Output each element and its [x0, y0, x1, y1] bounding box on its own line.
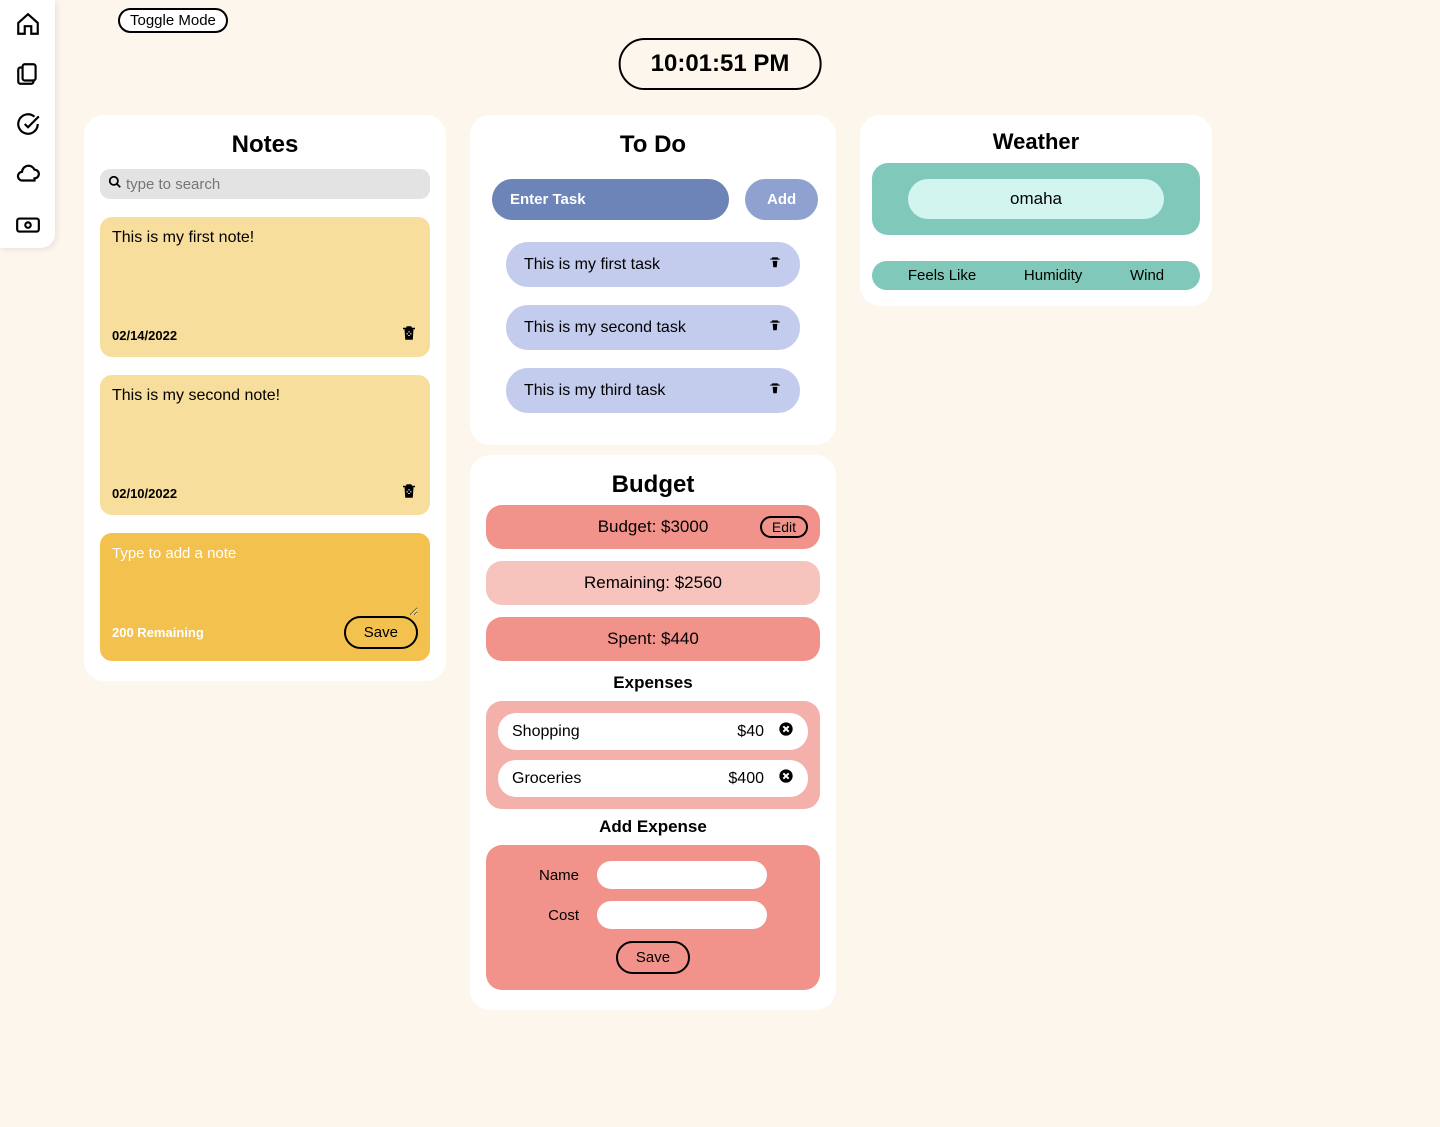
trash-icon[interactable]	[768, 317, 782, 338]
weather-card: Weather Feels Like Humidity Wind	[860, 115, 1212, 306]
todo-title: To Do	[486, 131, 820, 159]
expenses-title: Expenses	[486, 673, 820, 693]
toggle-mode-button[interactable]: Toggle Mode	[118, 8, 228, 33]
note-text: This is my second note!	[112, 387, 418, 482]
delete-icon[interactable]	[778, 721, 794, 742]
home-icon[interactable]	[14, 10, 42, 38]
budget-total-row: Budget: $3000 Edit	[486, 505, 820, 549]
save-note-button[interactable]: Save	[344, 616, 418, 649]
expense-amount: $400	[728, 770, 764, 788]
trash-icon[interactable]	[400, 324, 418, 347]
save-expense-button[interactable]: Save	[616, 941, 690, 974]
todo-input[interactable]	[492, 179, 729, 220]
sidebar	[0, 0, 55, 248]
budget-title: Budget	[486, 471, 820, 499]
note-item: This is my first note! 02/14/2022	[100, 217, 430, 357]
expense-name: Shopping	[512, 723, 737, 741]
cloud-icon[interactable]	[14, 160, 42, 188]
notes-title: Notes	[100, 131, 430, 159]
expense-name: Groceries	[512, 770, 728, 788]
budget-spent-row: Spent: $440	[486, 617, 820, 661]
trash-icon[interactable]	[768, 380, 782, 401]
notes-search-input[interactable]	[126, 176, 422, 193]
check-circle-icon[interactable]	[14, 110, 42, 138]
copy-icon[interactable]	[14, 60, 42, 88]
expense-name-input[interactable]	[597, 861, 767, 889]
budget-card: Budget Budget: $3000 Edit Remaining: $25…	[470, 455, 836, 1010]
trash-icon[interactable]	[400, 482, 418, 505]
char-remaining: 200 Remaining	[112, 625, 204, 640]
note-date: 02/14/2022	[112, 328, 177, 343]
task-text: This is my first task	[524, 256, 660, 274]
task-item[interactable]: This is my second task	[506, 305, 800, 350]
budget-remaining-row: Remaining: $2560	[486, 561, 820, 605]
expense-item: Shopping $40	[498, 713, 808, 750]
task-item[interactable]: This is my first task	[506, 242, 800, 287]
search-icon	[108, 175, 122, 193]
notes-card: Notes This is my first note! 02/14/2022 …	[84, 115, 446, 681]
todo-add-button[interactable]: Add	[745, 179, 818, 220]
add-expense-title: Add Expense	[486, 817, 820, 837]
add-expense-form: Name Cost Save	[486, 845, 820, 990]
delete-icon[interactable]	[778, 768, 794, 789]
money-icon[interactable]	[14, 210, 42, 238]
wind-label: Wind	[1130, 267, 1164, 284]
expense-cost-label: Cost	[539, 907, 579, 924]
expense-amount: $40	[737, 723, 764, 741]
note-date: 02/10/2022	[112, 486, 177, 501]
note-text: This is my first note!	[112, 229, 418, 324]
task-text: This is my third task	[524, 382, 665, 400]
feels-like-label: Feels Like	[908, 267, 976, 284]
task-item[interactable]: This is my third task	[506, 368, 800, 413]
trash-icon[interactable]	[768, 254, 782, 275]
weather-title: Weather	[872, 129, 1200, 155]
new-note: 200 Remaining Save	[100, 533, 430, 661]
weather-city-input[interactable]	[908, 179, 1164, 219]
budget-total: Budget: $3000	[598, 517, 709, 536]
expense-cost-input[interactable]	[597, 901, 767, 929]
new-note-input[interactable]	[112, 545, 418, 616]
note-item: This is my second note! 02/10/2022	[100, 375, 430, 515]
clock: 10:01:51 PM	[619, 38, 822, 90]
edit-budget-button[interactable]: Edit	[760, 516, 808, 538]
expense-item: Groceries $400	[498, 760, 808, 797]
expenses-list: Shopping $40 Groceries $400	[486, 701, 820, 809]
task-text: This is my second task	[524, 319, 686, 337]
expense-name-label: Name	[539, 867, 579, 884]
todo-card: To Do Add This is my first task This is …	[470, 115, 836, 445]
weather-search-wrap	[872, 163, 1200, 235]
weather-stats: Feels Like Humidity Wind	[872, 261, 1200, 290]
humidity-label: Humidity	[1024, 267, 1082, 284]
notes-search[interactable]	[100, 169, 430, 199]
